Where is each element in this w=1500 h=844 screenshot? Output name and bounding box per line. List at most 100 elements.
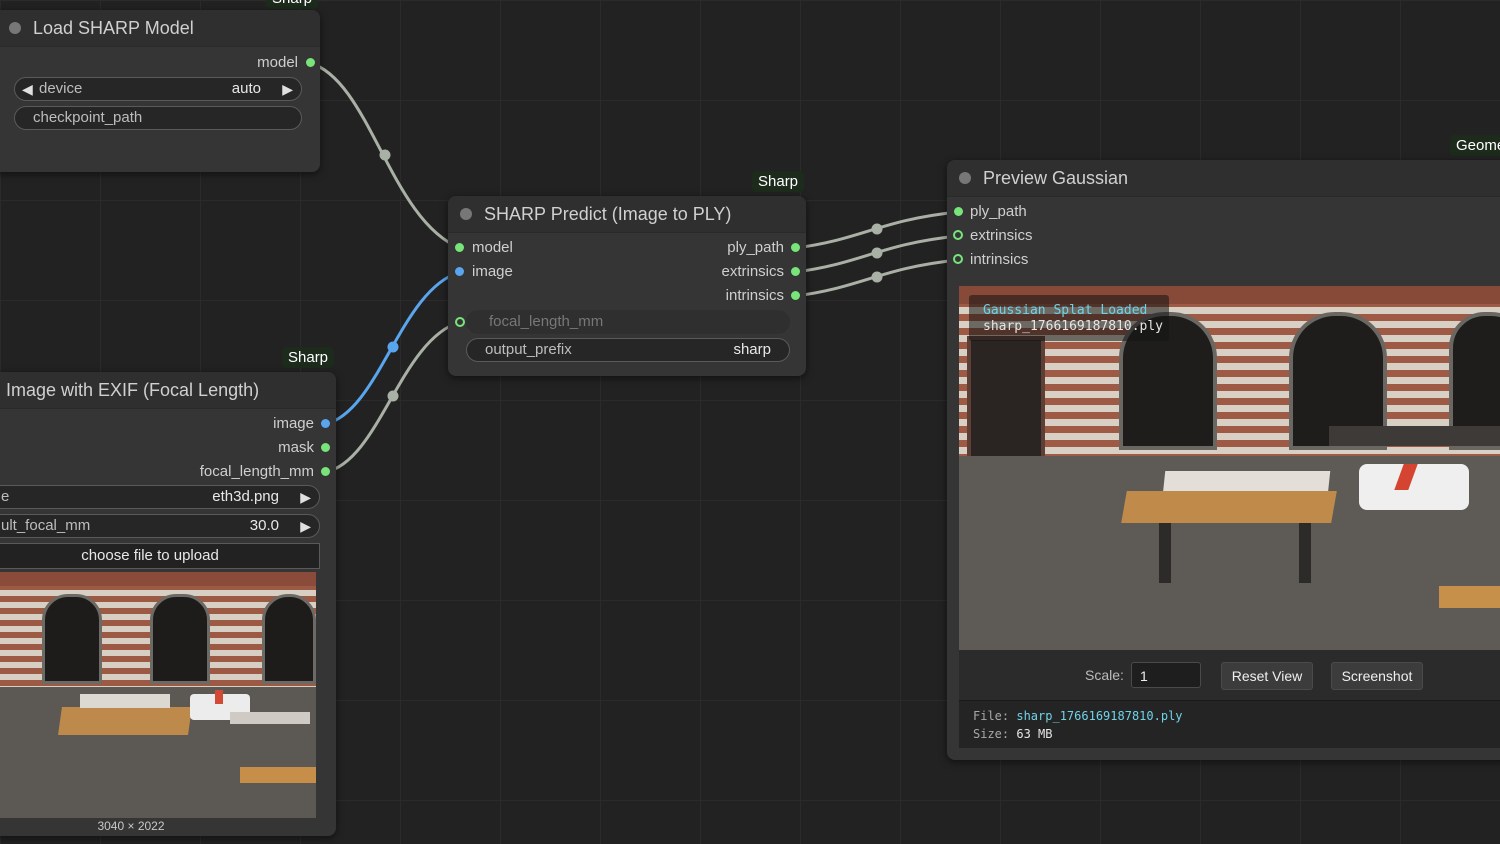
output-dot-ply-path[interactable]: [791, 243, 800, 252]
collapse-dot-icon[interactable]: [959, 172, 971, 184]
checkpoint-label: checkpoint_path: [33, 109, 143, 126]
output-dot-image[interactable]: [321, 419, 330, 428]
wire-focal-midpoint[interactable]: [387, 390, 399, 402]
input-slot-ply-path[interactable]: ply_path: [970, 202, 1027, 222]
output-slot-ply-path[interactable]: ply_path: [727, 238, 784, 258]
slot-label: extrinsics: [970, 227, 1033, 244]
node-title: Preview Gaussian: [983, 168, 1129, 188]
arrow-right-icon[interactable]: ▶: [300, 486, 311, 508]
collapse-dot-icon[interactable]: [460, 208, 472, 220]
slot-label: image: [273, 415, 314, 432]
input-slot-model[interactable]: model: [472, 238, 513, 258]
input-dot-model[interactable]: [455, 243, 464, 252]
output-slot-focal[interactable]: focal_length_mm: [200, 462, 314, 482]
focal-length-widget: focal_length_mm: [466, 310, 790, 334]
output-slot-intrinsics[interactable]: intrinsics: [726, 286, 784, 306]
scale-input[interactable]: 1: [1131, 662, 1201, 688]
sharp-predict-node[interactable]: SHARP Predict (Image to PLY) model image…: [448, 196, 806, 376]
wire-ply-midpoint[interactable]: [871, 223, 883, 235]
arrow-right-icon[interactable]: ▶: [300, 515, 311, 537]
predict-badge: Sharp: [752, 171, 805, 192]
size-label: Size:: [973, 727, 1010, 741]
input-dot-extrinsics[interactable]: [953, 230, 963, 240]
scale-label: Scale:: [1085, 667, 1124, 683]
output-slot-image[interactable]: image: [273, 414, 314, 434]
slot-label: image: [472, 263, 513, 280]
load-image-node[interactable]: Image with EXIF (Focal Length) image mas…: [0, 372, 336, 836]
node-title: Load SHARP Model: [33, 18, 194, 38]
gaussian-viewer[interactable]: Gaussian Splat Loaded sharp_176616918781…: [959, 286, 1500, 650]
node-title: SHARP Predict (Image to PLY): [484, 204, 732, 224]
reset-view-button[interactable]: Reset View: [1221, 662, 1313, 690]
wire-model-midpoint[interactable]: [379, 149, 391, 161]
node-title-bar[interactable]: SHARP Predict (Image to PLY): [448, 196, 806, 233]
wire-intrinsics-midpoint[interactable]: [871, 271, 883, 283]
focal-label: ult_focal_mm: [1, 517, 91, 534]
focal-label: focal_length_mm: [489, 313, 604, 330]
wire-image-midpoint[interactable]: [387, 341, 399, 353]
device-value: auto: [231, 80, 261, 97]
image-label: e: [1, 488, 10, 505]
load-sharp-model-node[interactable]: Load SHARP Model model ◀ device auto ▶ c…: [0, 10, 320, 172]
output-dot-mask[interactable]: [321, 443, 330, 452]
image-combo[interactable]: e eth3d.png ▶: [0, 485, 320, 509]
prefix-label: output_prefix: [485, 341, 572, 358]
output-dot-extrinsics[interactable]: [791, 267, 800, 276]
input-slot-image[interactable]: image: [472, 262, 513, 282]
input-dot-focal[interactable]: [455, 317, 465, 327]
node-title: Image with EXIF (Focal Length): [6, 380, 260, 400]
size-value: 63 MB: [1016, 727, 1053, 741]
slot-label: model: [472, 239, 513, 256]
output-dot-focal[interactable]: [321, 467, 330, 476]
reset-label: Reset View: [1231, 668, 1303, 684]
node-title-bar[interactable]: Preview Gaussian: [947, 160, 1500, 197]
slot-label: focal_length_mm: [199, 463, 314, 480]
slot-label: model: [257, 54, 298, 71]
focal-mm-number[interactable]: ult_focal_mm 30.0 ▶: [0, 514, 320, 538]
node-title-bar[interactable]: Load SHARP Model: [0, 10, 320, 47]
slot-label: extrinsics: [721, 263, 784, 280]
arrow-right-icon[interactable]: ▶: [282, 78, 293, 100]
input-dot-ply-path[interactable]: [954, 207, 963, 216]
arrow-left-icon[interactable]: ◀: [22, 78, 33, 100]
collapse-dot-icon[interactable]: [9, 22, 21, 34]
prefix-value: sharp: [733, 341, 771, 358]
checkpoint-path-field[interactable]: checkpoint_path: [14, 106, 302, 130]
device-combo[interactable]: ◀ device auto ▶: [14, 77, 302, 101]
top-partial-badge: Sharp: [266, 0, 319, 9]
focal-value: 30.0: [249, 517, 279, 534]
output-dot-intrinsics[interactable]: [791, 291, 800, 300]
input-dot-image[interactable]: [455, 267, 464, 276]
input-dot-intrinsics[interactable]: [953, 254, 963, 264]
output-slot-mask[interactable]: mask: [278, 438, 314, 458]
output-slot-extrinsics[interactable]: extrinsics: [721, 262, 784, 282]
slot-label: ply_path: [970, 203, 1027, 220]
output-slot-model[interactable]: model: [257, 53, 298, 73]
overlay-file: sharp_1766169187810.ply: [983, 319, 1164, 334]
preview-badge: Geome: [1450, 135, 1500, 156]
slot-label: mask: [278, 439, 314, 456]
preview-gaussian-node[interactable]: Preview Gaussian ply_path extrinsics int…: [947, 160, 1500, 760]
file-value: sharp_1766169187810.ply: [1016, 709, 1183, 723]
device-label: device: [39, 80, 83, 97]
output-dot-model[interactable]: [306, 58, 315, 67]
image-dimensions: 3040 × 2022: [97, 819, 165, 833]
screenshot-label: Screenshot: [1341, 668, 1413, 684]
upload-label: choose file to upload: [81, 547, 219, 564]
file-info: File: sharp_1766169187810.ply Size: 63 M…: [959, 700, 1500, 748]
slot-label: intrinsics: [970, 251, 1029, 268]
overlay-title: Gaussian Splat Loaded: [983, 303, 1148, 318]
load-image-badge: Sharp: [282, 347, 335, 368]
scale-value: 1: [1140, 668, 1148, 684]
image-preview: [0, 572, 316, 818]
wire-extrinsics-midpoint[interactable]: [871, 247, 883, 259]
image-value: eth3d.png: [212, 488, 279, 505]
input-slot-intrinsics[interactable]: intrinsics: [970, 250, 1028, 270]
input-slot-extrinsics[interactable]: extrinsics: [970, 226, 1033, 246]
output-prefix-field[interactable]: output_prefix sharp: [466, 338, 790, 362]
node-title-bar[interactable]: Image with EXIF (Focal Length): [0, 372, 336, 409]
slot-label: ply_path: [727, 239, 784, 256]
upload-button[interactable]: choose file to upload: [0, 543, 320, 569]
screenshot-button[interactable]: Screenshot: [1331, 662, 1423, 690]
viewer-controls: Scale: 1 Reset View Screenshot: [959, 650, 1500, 700]
